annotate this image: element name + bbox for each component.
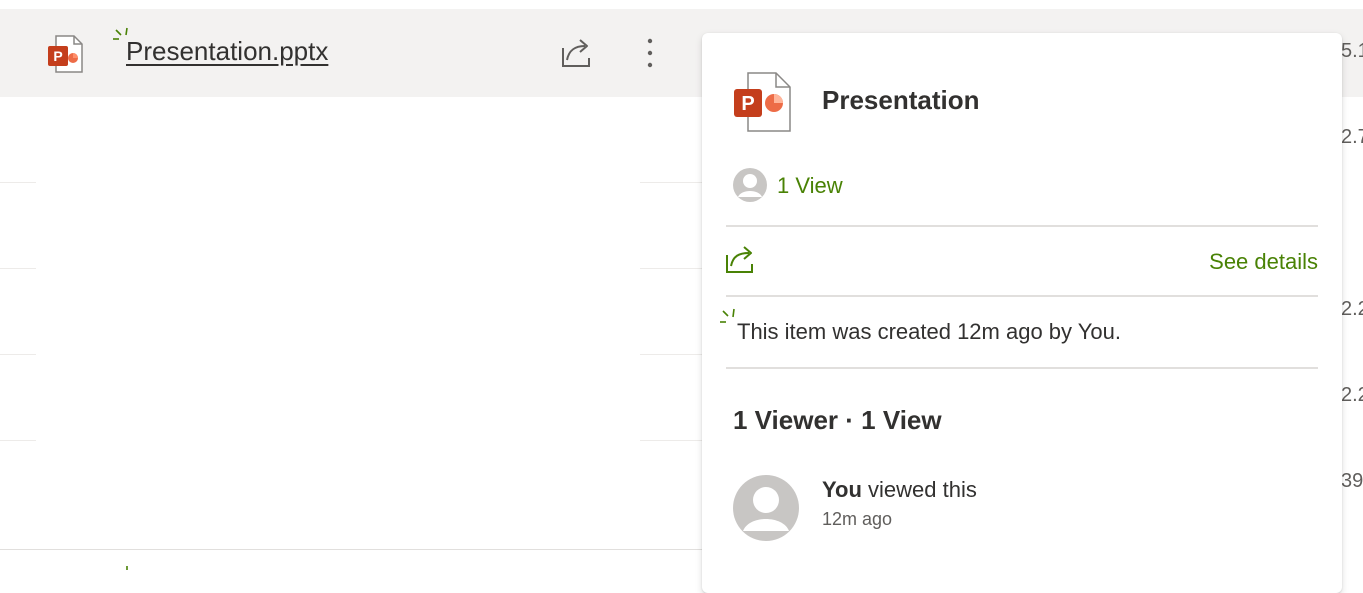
svg-text:P: P <box>53 48 62 64</box>
top-strip <box>0 0 1363 9</box>
row-separator <box>0 354 36 355</box>
powerpoint-file-icon: P <box>734 72 791 132</box>
row-separator <box>0 440 36 441</box>
row-separator <box>640 182 702 183</box>
share-icon[interactable] <box>559 36 595 70</box>
row-separator <box>0 268 36 269</box>
see-details-link[interactable]: See details <box>1209 249 1318 275</box>
row-separator <box>640 354 702 355</box>
row-value: 2.2 <box>1341 298 1363 320</box>
more-options-icon[interactable] <box>640 36 660 72</box>
row-value: 2.7 <box>1341 126 1363 148</box>
row-separator <box>0 549 702 550</box>
file-hover-card: P Presentation 1 View See details This i… <box>702 33 1342 593</box>
row-separator <box>640 268 702 269</box>
card-divider <box>726 367 1318 369</box>
viewer-entry: You viewed this <box>822 477 977 503</box>
avatar <box>733 475 799 541</box>
file-name-link[interactable]: Presentation.pptx <box>126 36 328 67</box>
row-separator <box>640 440 702 441</box>
viewer-name: You <box>822 477 862 502</box>
card-divider <box>726 295 1318 297</box>
new-item-spark-icon <box>720 308 735 323</box>
created-info: This item was created 12m ago by You. <box>737 319 1121 344</box>
card-title: Presentation <box>822 85 980 115</box>
share-icon[interactable] <box>724 243 760 275</box>
row-separator <box>0 182 36 183</box>
views-link[interactable]: 1 View <box>777 173 843 199</box>
new-item-spark-icon <box>126 566 128 570</box>
powerpoint-file-icon: P <box>48 35 83 73</box>
viewer-time: 12m ago <box>822 509 893 529</box>
svg-text:P: P <box>741 93 754 115</box>
card-divider <box>726 225 1318 227</box>
row-value: 5.1 <box>1341 40 1363 62</box>
person-icon <box>733 168 767 202</box>
viewers-heading: 1 Viewer · 1 View <box>733 405 942 435</box>
viewer-action: viewed this <box>861 477 977 502</box>
row-value: 39 <box>1341 470 1363 492</box>
row-value: 2.2 <box>1341 384 1363 406</box>
